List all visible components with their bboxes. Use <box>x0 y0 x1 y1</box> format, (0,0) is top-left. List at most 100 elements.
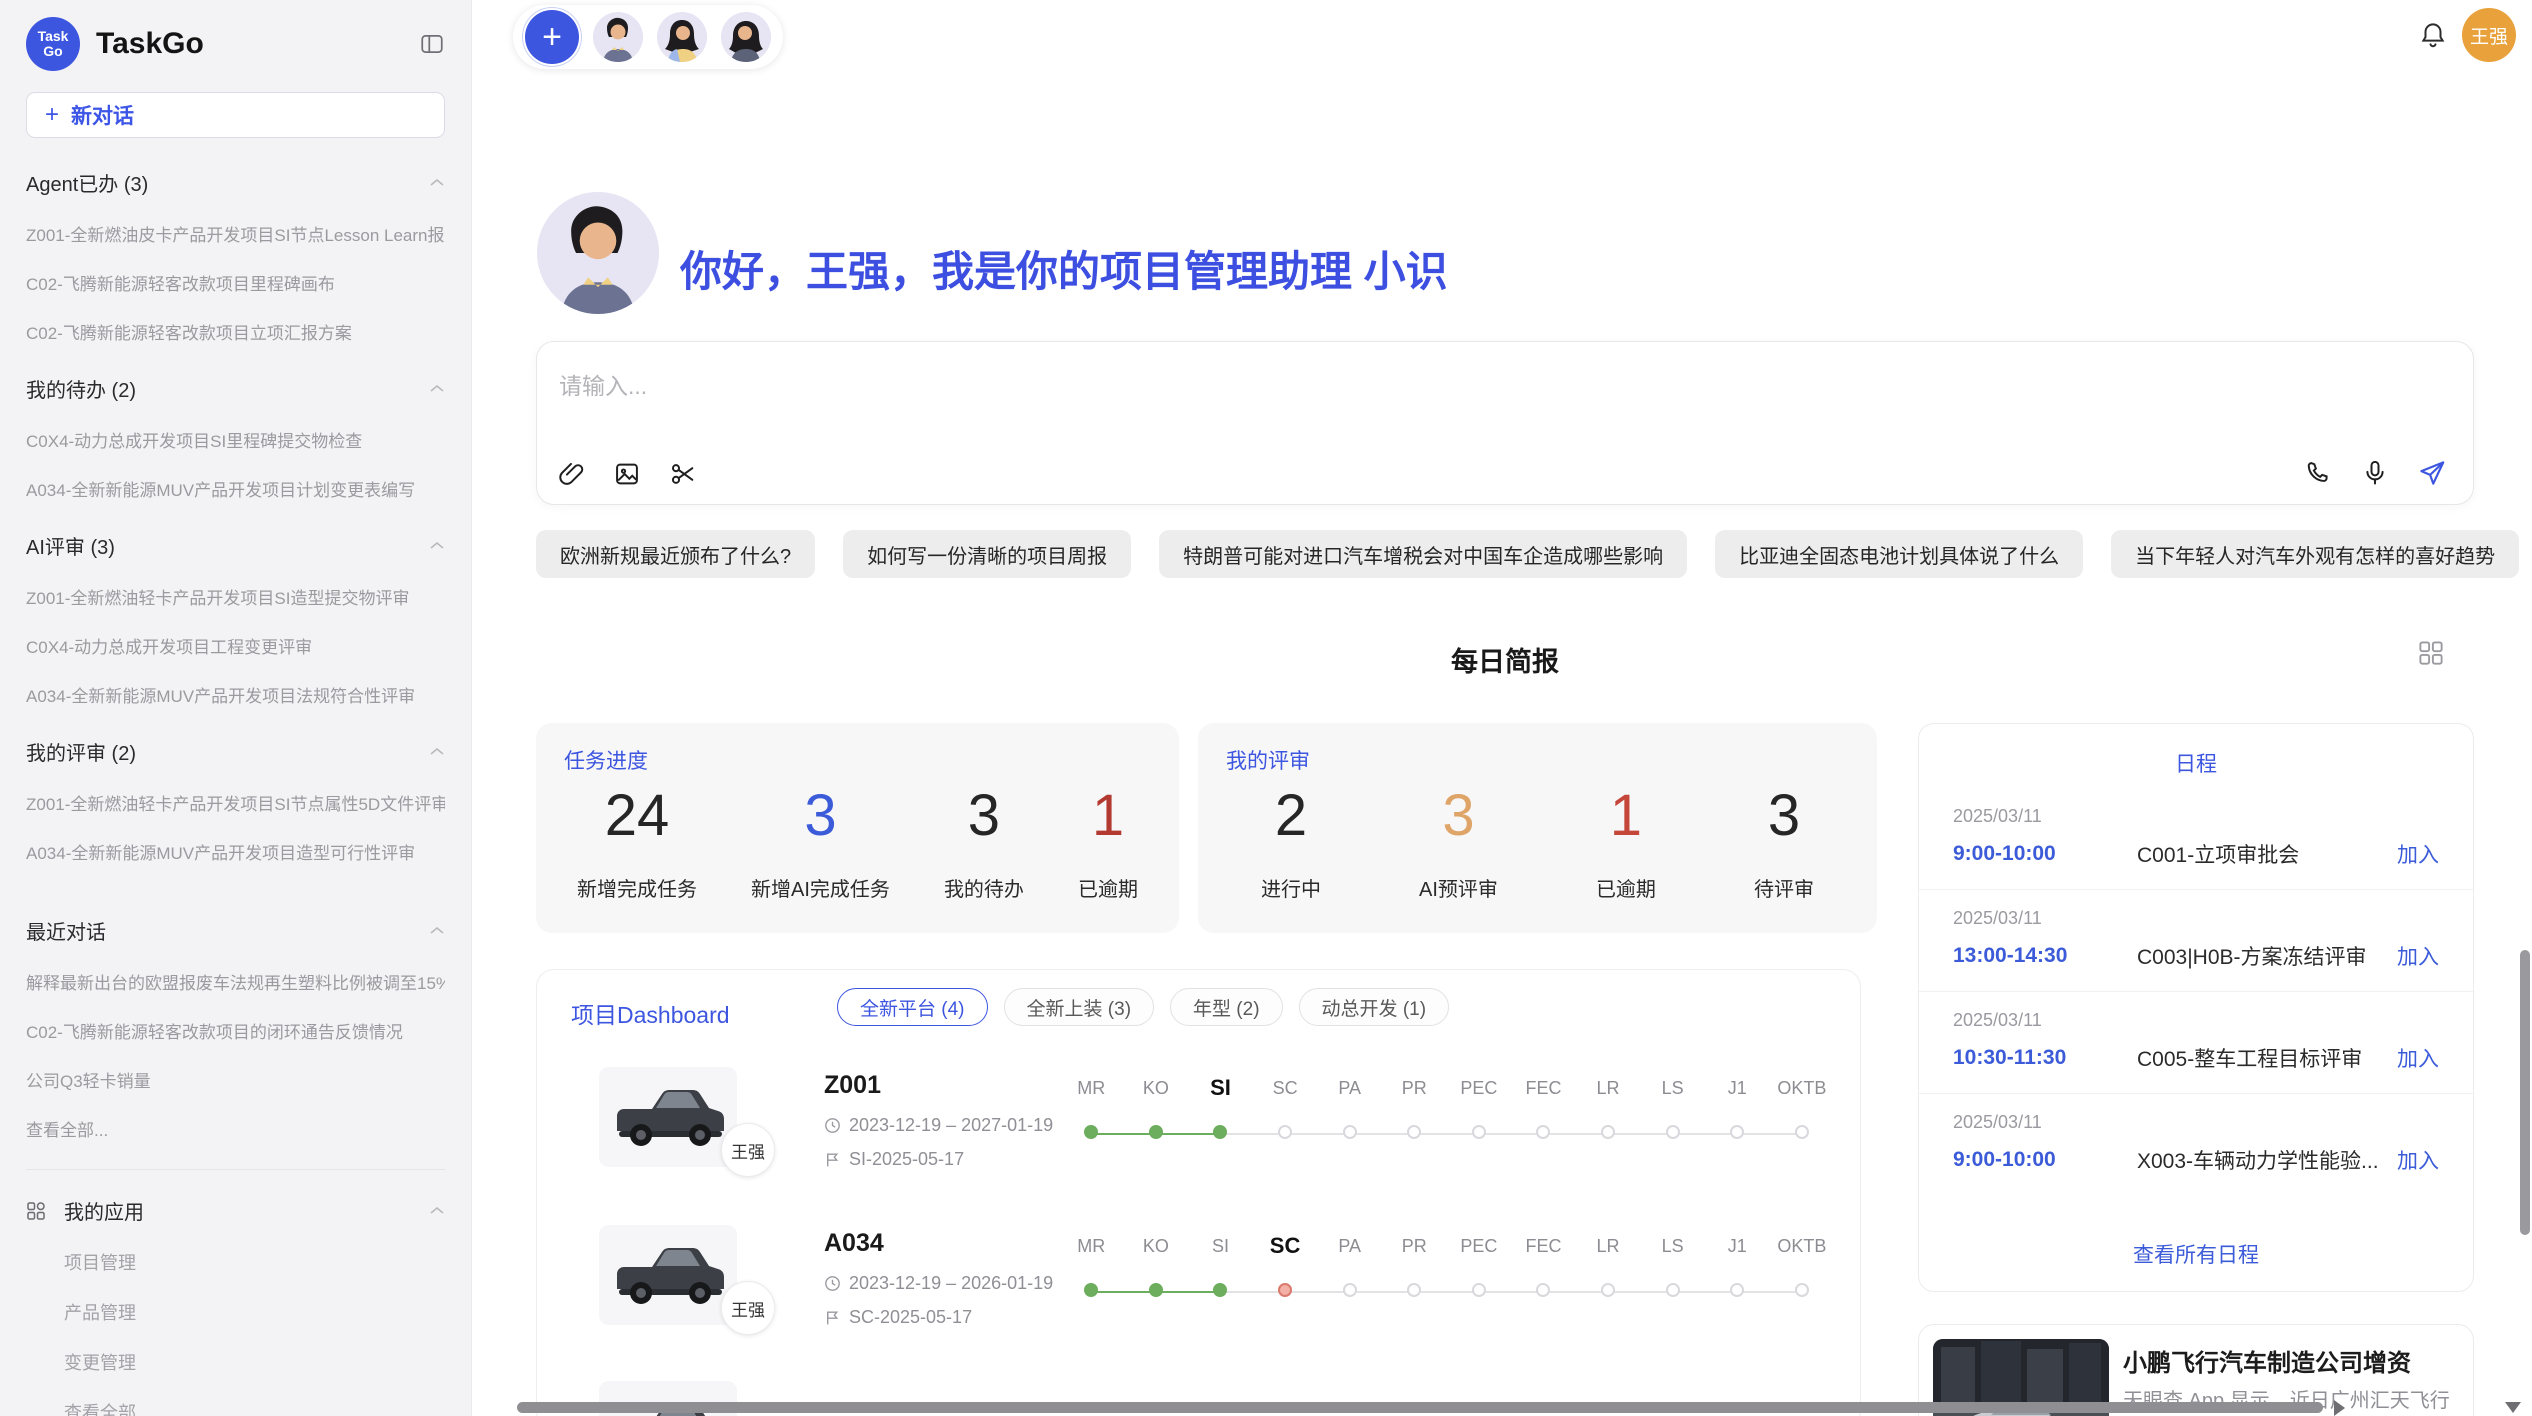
agent-avatar-1[interactable] <box>593 12 643 62</box>
scissors-icon[interactable] <box>669 460 697 488</box>
user-avatar[interactable]: 王强 <box>2462 8 2516 62</box>
project-row[interactable]: 王强 A034 2023-12-19 – 2026-01-19 SC-2025-… <box>537 1225 1860 1375</box>
milestone-dot[interactable] <box>1576 1283 1641 1297</box>
project-row[interactable]: 王强 Z001 2023-12-19 – 2027-01-19 SI-2025-… <box>537 1067 1860 1217</box>
agent-avatar-3[interactable] <box>721 12 771 62</box>
milestone-dot[interactable] <box>1253 1125 1318 1139</box>
attachment-icon[interactable] <box>557 460 585 488</box>
chevron-up-icon[interactable] <box>429 926 445 935</box>
milestone-dot[interactable] <box>1640 1283 1705 1297</box>
milestone-dot[interactable] <box>1317 1283 1382 1297</box>
recent-view-all-link[interactable]: 查看全部... <box>26 1116 445 1141</box>
sidebar-header: Task Go TaskGo <box>26 16 445 72</box>
suggestion-chip[interactable]: 比亚迪全固态电池计划具体说了什么 <box>1715 530 2083 578</box>
sidebar-item-product-mgmt[interactable]: 产品管理 <box>64 1299 445 1325</box>
chevron-up-icon[interactable] <box>429 178 445 187</box>
suggestion-chip[interactable]: 特朗普可能对进口汽车增税会对中国车企造成哪些影响 <box>1159 530 1687 578</box>
milestone-dot[interactable] <box>1705 1125 1770 1139</box>
sidebar-collapse-icon[interactable] <box>419 31 445 57</box>
section-ai-review[interactable]: AI评审 (3) <box>26 531 445 560</box>
milestone-dot[interactable] <box>1059 1125 1124 1139</box>
scroll-right-arrow[interactable] <box>2334 1400 2345 1416</box>
list-item[interactable]: Z001-全新燃油轻卡产品开发项目SI造型提交物评审 <box>26 584 445 609</box>
card-title: 任务进度 <box>564 745 648 775</box>
milestone-dot[interactable] <box>1770 1125 1835 1139</box>
list-item[interactable]: 解释最新出台的欧盟报废车法规再生塑料比例被调至15%... <box>26 969 445 994</box>
milestone-dot[interactable] <box>1770 1283 1835 1297</box>
milestone-dot[interactable] <box>1188 1125 1253 1139</box>
sidebar-item-project-mgmt[interactable]: 项目管理 <box>64 1249 445 1275</box>
view-all-schedule-link[interactable]: 查看所有日程 <box>1919 1239 2473 1269</box>
section-title: Agent已办 (3) <box>26 168 148 197</box>
list-item[interactable]: A034-全新新能源MUV产品开发项目计划变更表编写 <box>26 476 445 501</box>
list-item[interactable]: 公司Q3轻卡销量 <box>26 1067 445 1092</box>
microphone-icon[interactable] <box>2361 459 2389 487</box>
phone-call-icon[interactable] <box>2305 459 2333 487</box>
add-agent-button[interactable]: + <box>525 10 579 64</box>
section-agent-done[interactable]: Agent已办 (3) <box>26 168 445 197</box>
suggestion-chip[interactable]: 如何写一份清晰的项目周报 <box>843 530 1131 578</box>
tab-powertrain[interactable]: 动总开发 (1) <box>1299 988 1450 1026</box>
scroll-down-arrow[interactable] <box>2505 1402 2521 1413</box>
chevron-up-icon[interactable] <box>429 747 445 756</box>
milestone-dot[interactable] <box>1382 1125 1447 1139</box>
my-apps-label: 我的应用 <box>64 1196 411 1225</box>
image-icon[interactable] <box>613 460 641 488</box>
list-item[interactable]: C0X4-动力总成开发项目SI里程碑提交物检查 <box>26 427 445 452</box>
layout-grid-icon[interactable] <box>2416 638 2446 668</box>
agent-avatar-2[interactable] <box>657 12 707 62</box>
join-link[interactable]: 加入 <box>2397 1145 2439 1175</box>
suggestion-chip[interactable]: 欧洲新规最近颁布了什么? <box>536 530 815 578</box>
milestone-dot[interactable] <box>1511 1125 1576 1139</box>
notification-bell-icon[interactable] <box>2418 20 2448 50</box>
sidebar-item-change-mgmt[interactable]: 变更管理 <box>64 1349 445 1375</box>
send-icon[interactable] <box>2417 458 2447 488</box>
milestone-dot[interactable] <box>1124 1283 1189 1297</box>
list-item[interactable]: C0X4-动力总成开发项目工程变更评审 <box>26 633 445 658</box>
app-title: TaskGo <box>96 27 419 61</box>
join-link[interactable]: 加入 <box>2397 839 2439 869</box>
tab-new-platform[interactable]: 全新平台 (4) <box>837 988 988 1026</box>
tab-new-body[interactable]: 全新上装 (3) <box>1004 988 1155 1026</box>
divider <box>26 1169 445 1170</box>
join-link[interactable]: 加入 <box>2397 1043 2439 1073</box>
list-item[interactable]: A034-全新新能源MUV产品开发项目法规符合性评审 <box>26 682 445 707</box>
schedule-time: 9:00-10:00 <box>1953 842 2113 866</box>
milestone-dot[interactable] <box>1447 1283 1512 1297</box>
milestone-dot[interactable] <box>1511 1283 1576 1297</box>
list-item[interactable]: C02-飞腾新能源轻客改款项目立项汇报方案 <box>26 319 445 344</box>
list-item[interactable]: C02-飞腾新能源轻客改款项目的闭环通告反馈情况 <box>26 1018 445 1043</box>
new-chat-button[interactable]: + 新对话 <box>26 92 445 138</box>
chevron-up-icon[interactable] <box>429 541 445 550</box>
list-item[interactable]: Z001-全新燃油皮卡产品开发项目SI节点Lesson Learn报告 <box>26 221 445 246</box>
horizontal-scrollbar[interactable] <box>517 1402 2323 1413</box>
list-item[interactable]: A034-全新新能源MUV产品开发项目造型可行性评审 <box>26 839 445 864</box>
suggestion-chip[interactable]: 当下年轻人对汽车外观有怎样的喜好趋势 <box>2111 530 2519 578</box>
milestone-dot[interactable] <box>1382 1283 1447 1297</box>
vertical-scrollbar[interactable] <box>2520 950 2530 1235</box>
message-input[interactable] <box>559 364 2159 408</box>
milestone-dot[interactable] <box>1253 1283 1318 1297</box>
chevron-up-icon[interactable] <box>429 384 445 393</box>
project-code: Z001 <box>824 1071 881 1100</box>
milestone-dot[interactable] <box>1640 1125 1705 1139</box>
section-title: AI评审 (3) <box>26 531 115 560</box>
section-my-todo[interactable]: 我的待办 (2) <box>26 374 445 403</box>
milestone-dot[interactable] <box>1705 1283 1770 1297</box>
tab-year-model[interactable]: 年型 (2) <box>1170 988 1283 1026</box>
milestone-dot[interactable] <box>1447 1125 1512 1139</box>
section-recent-chats[interactable]: 最近对话 <box>26 916 445 945</box>
milestone-dot[interactable] <box>1188 1283 1253 1297</box>
milestone-dot[interactable] <box>1576 1125 1641 1139</box>
chevron-up-icon[interactable] <box>429 1206 445 1215</box>
stat-new-done: 24 新增完成任务 <box>577 781 697 902</box>
section-my-review[interactable]: 我的评审 (2) <box>26 737 445 766</box>
list-item[interactable]: C02-飞腾新能源轻客改款项目里程碑画布 <box>26 270 445 295</box>
milestone-dot[interactable] <box>1124 1125 1189 1139</box>
list-item[interactable]: Z001-全新燃油轻卡产品开发项目SI节点属性5D文件评审 <box>26 790 445 815</box>
sidebar-item-my-apps[interactable]: 我的应用 <box>26 1196 445 1225</box>
join-link[interactable]: 加入 <box>2397 941 2439 971</box>
milestone-dot[interactable] <box>1317 1125 1382 1139</box>
apps-view-all-link[interactable]: 查看全部... <box>64 1399 445 1416</box>
milestone-dot[interactable] <box>1059 1283 1124 1297</box>
